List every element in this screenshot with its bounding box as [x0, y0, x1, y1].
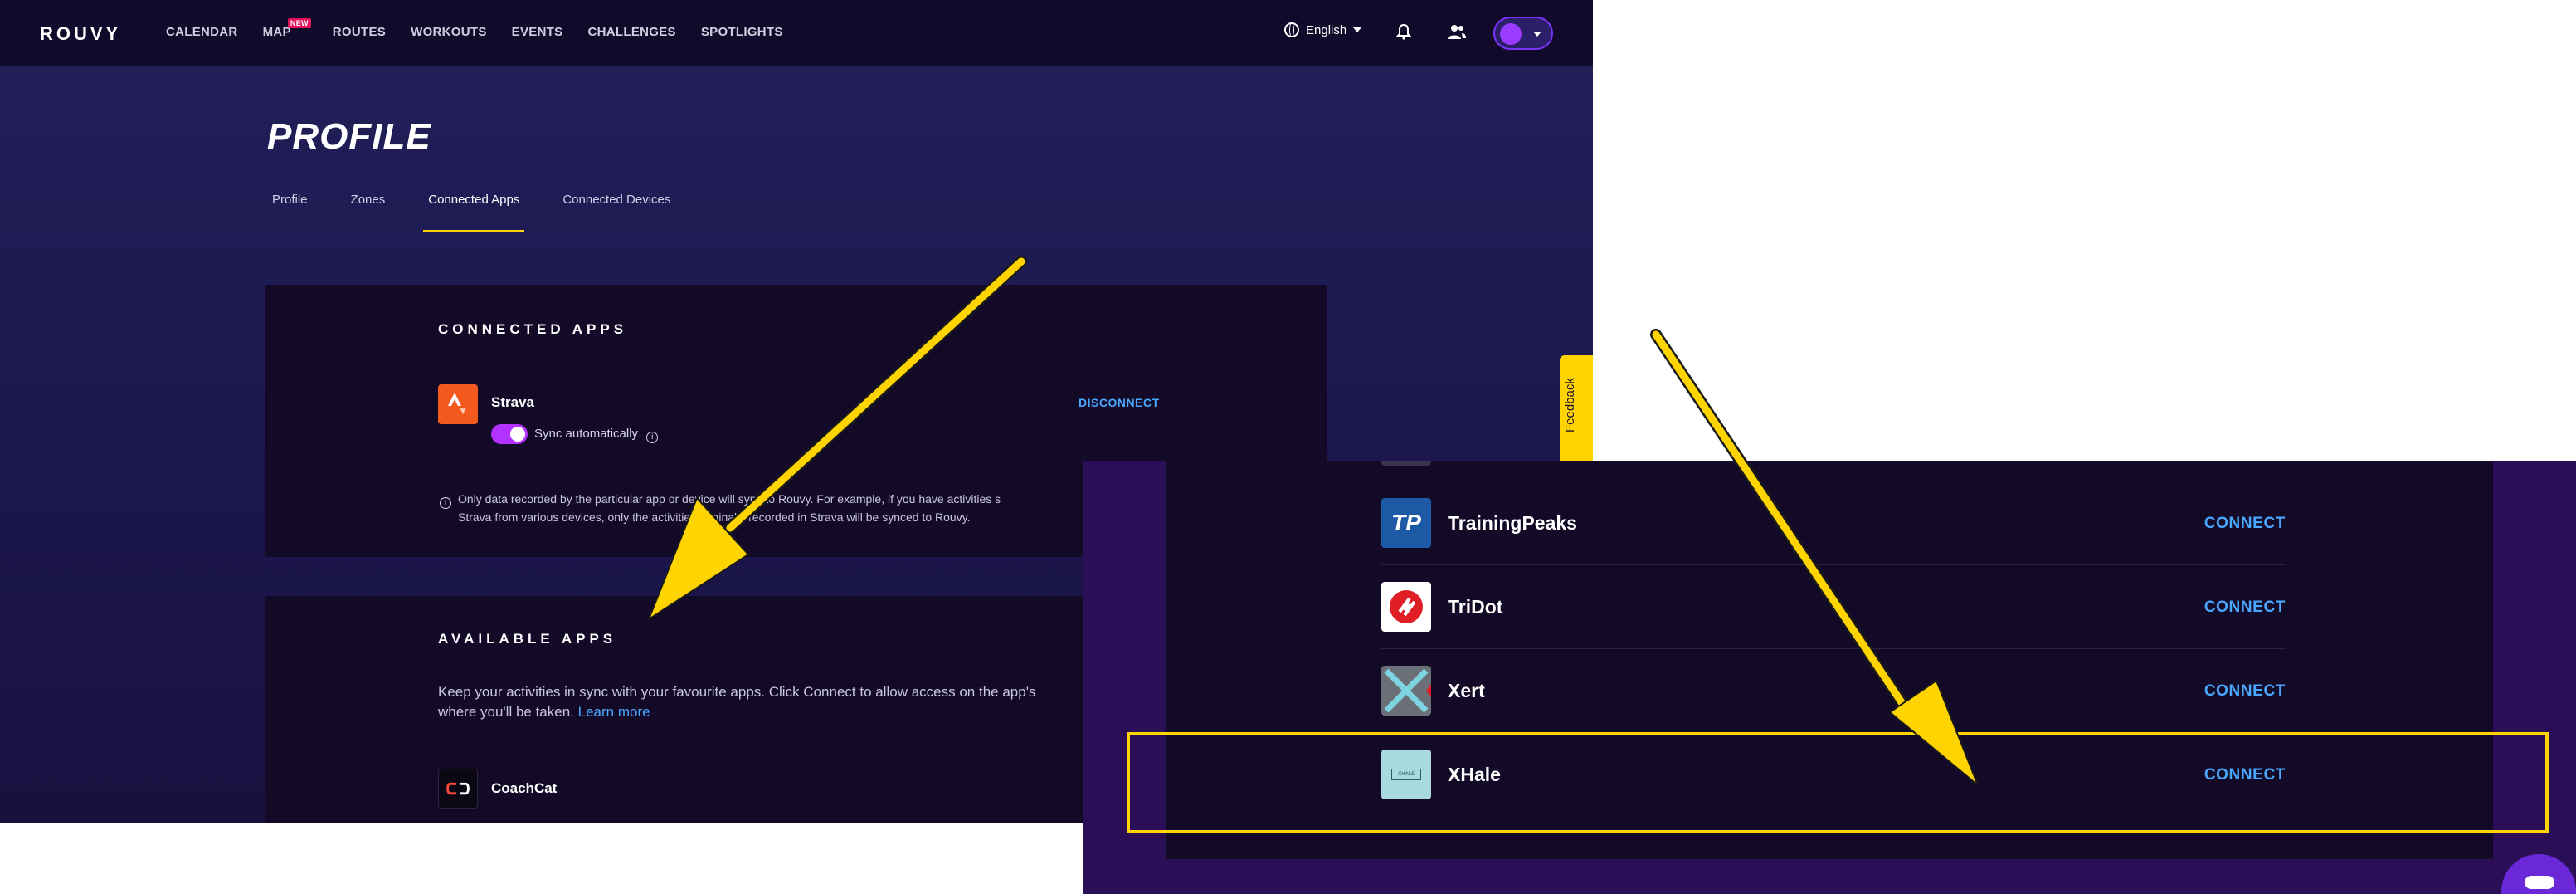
available-apps-heading: AVAILABLE APPS	[438, 631, 617, 647]
tab-connected-devices[interactable]: Connected Devices	[558, 193, 675, 226]
previous-app-tile-edge	[1381, 461, 1431, 466]
strava-logo-icon	[438, 384, 478, 424]
app-row-xert: Xert CONNECT	[1381, 648, 2286, 732]
note-line-1: Only data recorded by the particular app…	[458, 492, 1001, 506]
xhale-highlight-box	[1127, 732, 2549, 833]
nav-item-calendar[interactable]: CALENDAR	[166, 25, 238, 39]
nav-menu: CALENDAR MAP NEW ROUTES WORKOUTS EVENTS …	[166, 18, 808, 39]
nav-item-events[interactable]: EVENTS	[512, 25, 563, 39]
sync-automatically-label: Sync automatically i	[534, 427, 659, 443]
app-row-tridot: TriDot CONNECT	[1381, 564, 2286, 648]
strava-app-name: Strava	[491, 394, 534, 410]
coachcat-logo-icon	[438, 769, 478, 809]
tridot-logo-icon	[1381, 582, 1431, 632]
avatar	[1500, 23, 1522, 45]
language-selector[interactable]: English	[1284, 22, 1362, 37]
feedback-button[interactable]: Feedback	[1560, 355, 1593, 467]
app-row-trainingpeaks: TP TrainingPeaks CONNECT	[1381, 481, 2286, 564]
globe-icon	[1284, 22, 1299, 37]
nav-item-map-label: MAP	[262, 25, 291, 39]
language-label: English	[1306, 22, 1347, 37]
coachcat-app-name: CoachCat	[491, 780, 558, 796]
nav-item-workouts[interactable]: WORKOUTS	[411, 25, 487, 39]
page-title: PROFILE	[267, 116, 431, 157]
feedback-label: Feedback	[1563, 378, 1577, 432]
disconnect-button[interactable]: DISCONNECT	[1079, 396, 1160, 409]
nav-item-spotlights[interactable]: SPOTLIGHTS	[701, 25, 783, 39]
chevron-down-icon	[1353, 27, 1362, 32]
bell-icon[interactable]	[1396, 23, 1411, 40]
tridot-app-name: TriDot	[1448, 596, 1503, 618]
friends-icon[interactable]	[1447, 23, 1467, 40]
learn-more-link[interactable]: Learn more	[578, 704, 650, 720]
trainingpeaks-app-name: TrainingPeaks	[1448, 512, 1577, 534]
user-menu-button[interactable]	[1493, 17, 1553, 50]
sync-automatically-toggle[interactable]	[491, 424, 528, 444]
sync-label-text: Sync automatically	[534, 427, 639, 441]
nav-item-map[interactable]: MAP NEW	[262, 18, 311, 39]
xert-app-name: Xert	[1448, 680, 1485, 701]
chat-support-button[interactable]	[2501, 854, 2576, 894]
new-badge: NEW	[287, 18, 311, 28]
tab-profile[interactable]: Profile	[267, 193, 313, 226]
xert-logo-icon	[1381, 666, 1431, 716]
connect-trainingpeaks-button[interactable]: CONNECT	[2204, 515, 2286, 533]
info-icon: i	[440, 497, 451, 509]
desc-line-2: where you'll be taken.	[438, 704, 574, 720]
nav-item-routes[interactable]: ROUTES	[333, 25, 386, 39]
nav-item-challenges[interactable]: CHALLENGES	[588, 25, 676, 39]
connect-tridot-button[interactable]: CONNECT	[2204, 598, 2286, 617]
profile-tabs: Profile Zones Connected Apps Connected D…	[267, 193, 709, 232]
connect-xert-button[interactable]: CONNECT	[2204, 682, 2286, 701]
tab-connected-apps[interactable]: Connected Apps	[423, 193, 525, 232]
info-icon[interactable]: i	[646, 432, 659, 443]
top-navigation-bar: ROUVY CALENDAR MAP NEW ROUTES WORKOUTS E…	[0, 0, 1593, 66]
trainingpeaks-logo-icon: TP	[1381, 498, 1431, 548]
chevron-down-icon	[1533, 32, 1541, 37]
connected-apps-heading: CONNECTED APPS	[438, 321, 628, 337]
tab-zones[interactable]: Zones	[346, 193, 391, 226]
rouvy-logo[interactable]: ROUVY	[40, 23, 121, 45]
